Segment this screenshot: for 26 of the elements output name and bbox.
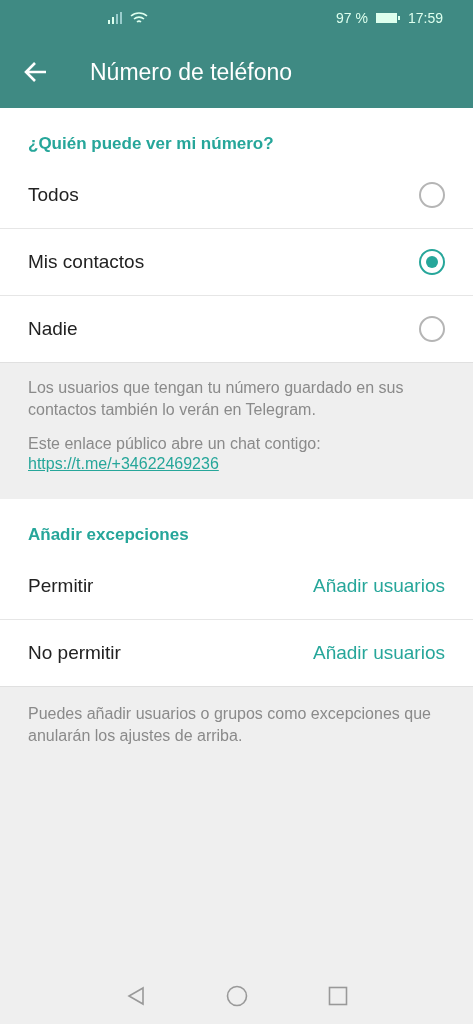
option-label: Todos [28,184,79,206]
radio-button[interactable] [419,182,445,208]
radio-button[interactable] [419,316,445,342]
wifi-icon [130,11,148,25]
option-label: Nadie [28,318,78,340]
radio-button[interactable] [419,249,445,275]
info-text: Los usuarios que tengan tu número guardado en sus contactos también lo verán en Telegram. [28,378,405,420]
home-icon[interactable] [225,985,248,1007]
signal-icon [108,12,122,24]
add-users-button[interactable]: Añadir usuarios [312,642,445,664]
battery-percent: 97 % [336,10,368,26]
back-icon[interactable] [125,986,146,1006]
section-header: Añadir excepciones [27,524,190,546]
battery-icon [375,12,400,24]
recents-icon[interactable] [327,986,348,1006]
public-link[interactable]: https://t.me/+34622469236 [28,455,219,472]
section-header: ¿Quién puede ver mi número? [27,133,275,155]
link-intro-text: Este enlace público abre un chat contigo: [28,434,322,454]
screen-title: Número de teléfono [90,58,292,86]
add-users-button[interactable]: Añadir usuarios [312,575,445,597]
exception-label: No permitir [28,642,121,664]
footer-note: Puedes añadir usuarios o grupos como excepciones que anularán los ajustes de arriba. [0,686,473,763]
exception-label: Permitir [28,575,94,597]
option-label: Mis contactos [28,251,145,273]
status-time: 17:59 [407,10,443,26]
back-arrow-icon[interactable] [24,61,48,83]
